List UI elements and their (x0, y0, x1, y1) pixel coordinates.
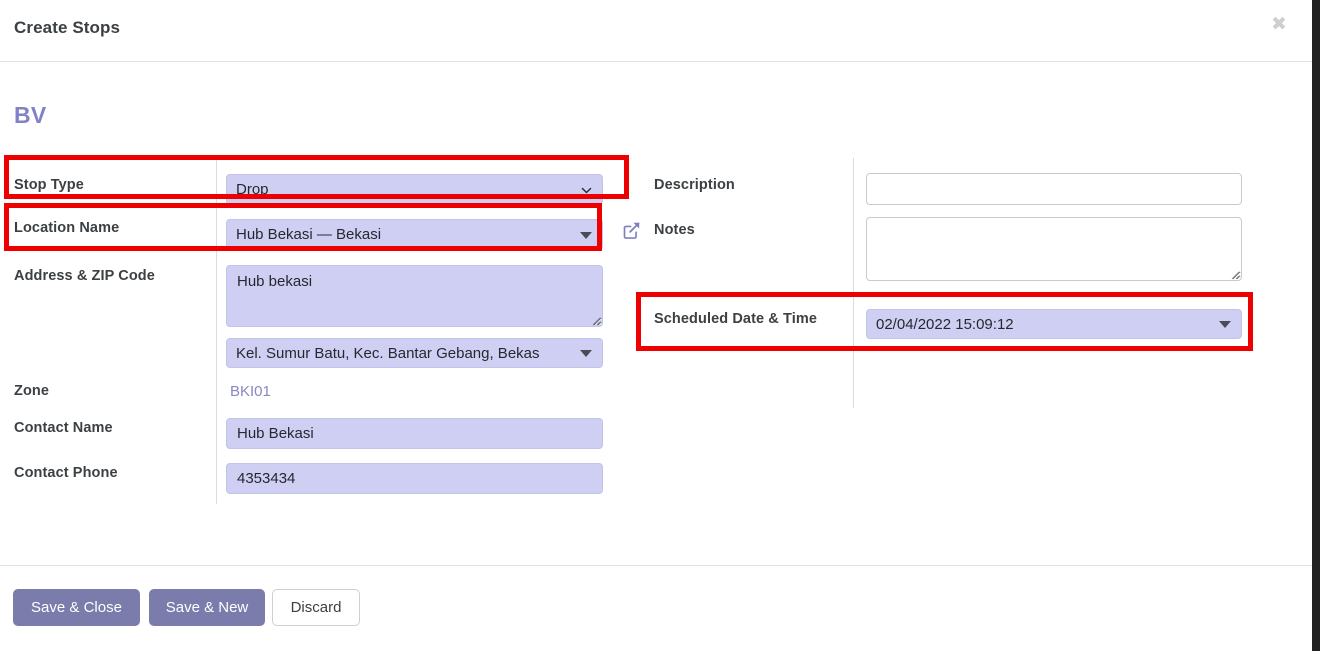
save-and-close-button[interactable]: Save & Close (13, 589, 140, 626)
close-icon[interactable]: ✖ (1268, 14, 1290, 36)
triangle-down-icon (1219, 321, 1231, 328)
location-name-value: Hub Bekasi — Bekasi (236, 226, 382, 243)
page-title: Create Stops (14, 18, 121, 37)
stop-type-value: Drop (236, 181, 269, 198)
location-name-select[interactable]: Hub Bekasi — Bekasi (226, 219, 603, 250)
triangle-down-icon (580, 231, 592, 239)
triangle-down-icon (580, 350, 592, 357)
scheduled-datetime-value: 02/04/2022 15:09:12 (876, 315, 1014, 333)
contact-phone-input[interactable] (226, 463, 603, 494)
zone-value: BKI01 (230, 383, 271, 400)
page-background-edge (1312, 0, 1320, 651)
modal-header: Create Stops ✖ (0, 0, 1312, 62)
address-area-value: Kel. Sumur Batu, Kec. Bantar Gebang, Bek… (236, 344, 540, 362)
left-column-divider (216, 158, 217, 504)
contact-name-input[interactable] (226, 418, 603, 449)
zone-label: Zone (14, 383, 50, 399)
modal-footer: Save & Close Save & New Discard (0, 565, 1312, 651)
contact-phone-label: Contact Phone (14, 465, 118, 481)
address-area-select[interactable]: Kel. Sumur Batu, Kec. Bantar Gebang, Bek… (226, 338, 603, 368)
stop-type-label: Stop Type (14, 177, 84, 193)
modal-body: BV Stop Type Drop Location Name Hub Beka… (0, 62, 1312, 565)
location-name-label: Location Name (14, 220, 120, 236)
save-and-new-button[interactable]: Save & New (149, 589, 265, 626)
address-zip-label: Address & ZIP Code (14, 268, 155, 284)
notes-label: Notes (654, 222, 695, 238)
scheduled-datetime-label: Scheduled Date & Time (654, 311, 817, 327)
description-label: Description (654, 177, 735, 193)
description-input[interactable] (866, 173, 1242, 205)
discard-button[interactable]: Discard (272, 589, 360, 626)
scheduled-datetime-select[interactable]: 02/04/2022 15:09:12 (866, 309, 1242, 339)
notes-textarea[interactable] (866, 217, 1242, 281)
chevron-down-icon (581, 187, 592, 193)
section-title: BV (14, 102, 47, 128)
external-link-icon[interactable] (621, 220, 642, 241)
create-stops-modal: Create Stops ✖ BV Stop Type Drop Locatio… (0, 0, 1312, 651)
stop-type-select[interactable]: Drop (226, 174, 603, 205)
address-zip-textarea[interactable] (226, 265, 603, 327)
right-column-divider (853, 158, 854, 408)
contact-name-label: Contact Name (14, 420, 113, 436)
